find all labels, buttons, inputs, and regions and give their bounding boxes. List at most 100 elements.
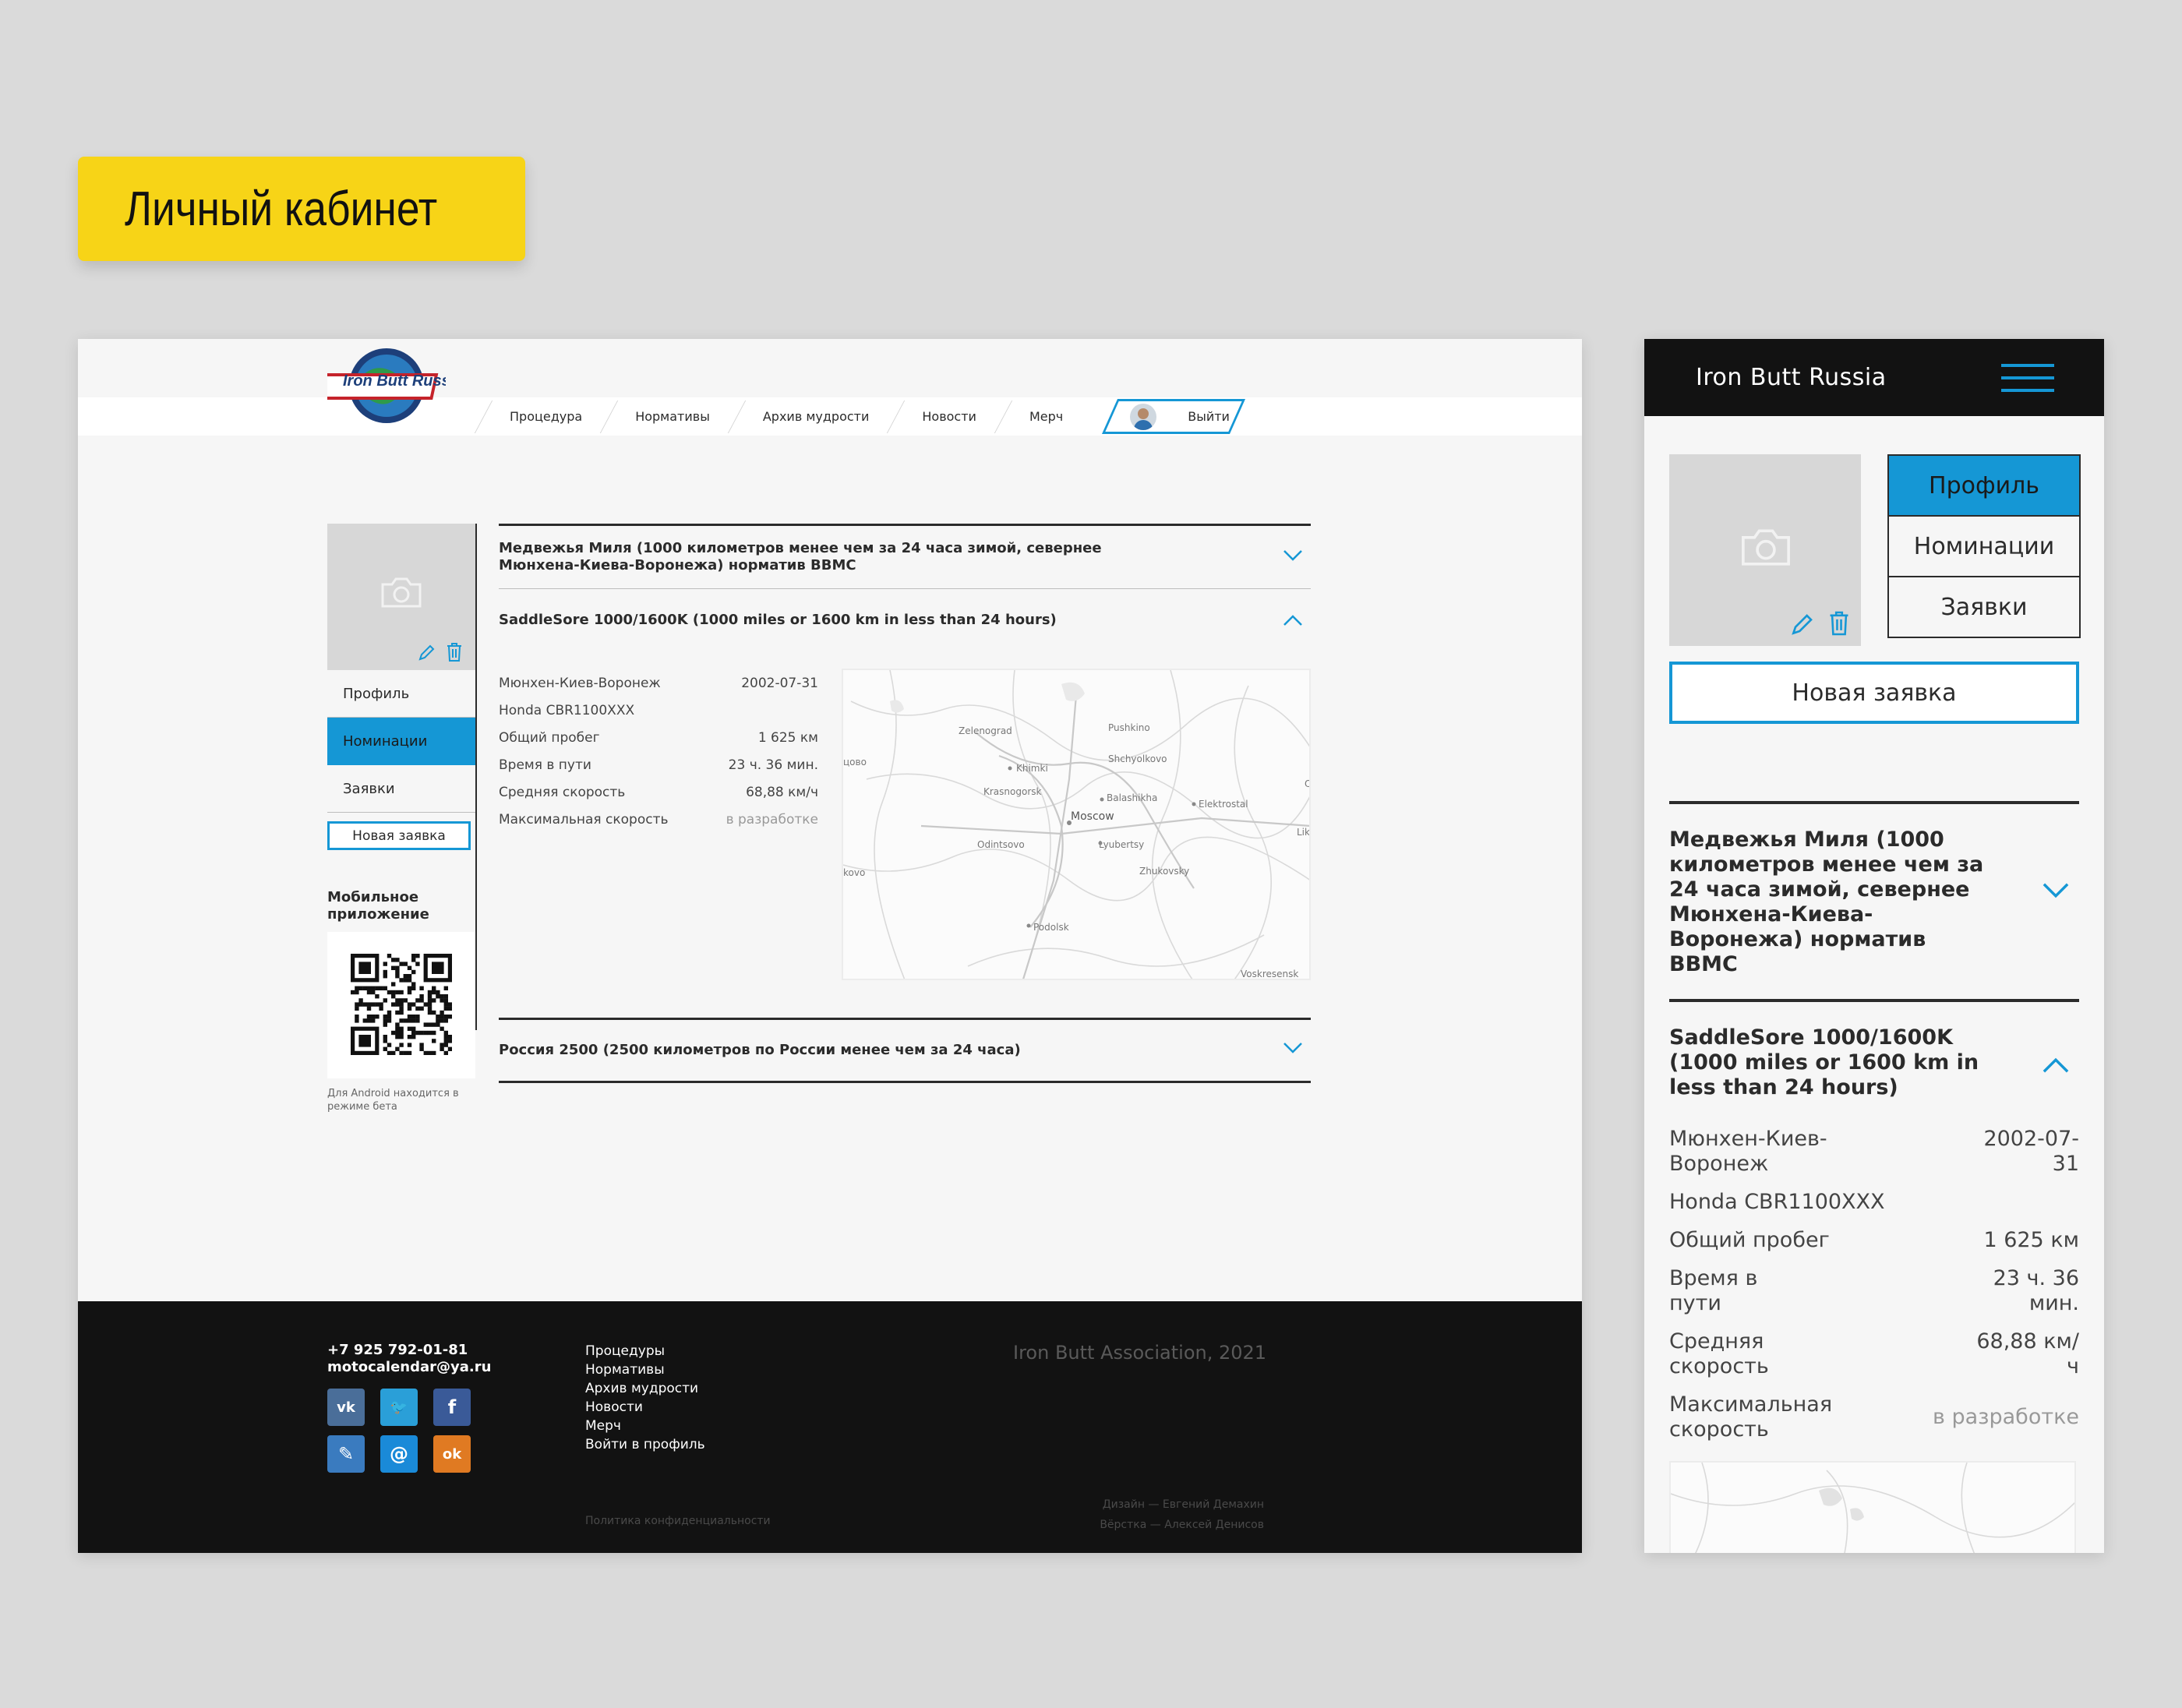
credit-design: Дизайн — Евгений Демахин xyxy=(1102,1498,1264,1511)
footer-link[interactable]: Процедуры xyxy=(585,1342,705,1360)
section-title: Личный кабинет xyxy=(125,182,438,236)
footer-link[interactable]: Архив мудрости xyxy=(585,1379,705,1398)
sidebar-menu: Профиль Номинации Заявки xyxy=(327,524,477,1030)
android-beta-note: Для Android находится в режиме бета xyxy=(327,1088,459,1113)
accordion-item-saddlesore[interactable]: SaddleSore 1000/1600K (1000 miles or 160… xyxy=(1669,1002,2079,1127)
logo-text: Iron Butt Russia xyxy=(343,372,446,390)
twitter-icon[interactable]: 🐦 xyxy=(380,1389,418,1426)
livejournal-icon[interactable]: ✎ xyxy=(327,1435,365,1473)
nav-procedure[interactable]: Процедура xyxy=(483,397,609,436)
mobile-header: Iron Butt Russia xyxy=(1644,339,2104,416)
svg-text:Khimki: Khimki xyxy=(1016,763,1048,774)
accordion-item-bear-mile[interactable]: Медвежья Миля (1000 километров менее чем… xyxy=(1669,804,2079,999)
chevron-down-icon[interactable] xyxy=(2042,882,2070,899)
mobile-accordion: Медвежья Миля (1000 километров менее чем… xyxy=(1669,801,2079,1456)
footer-nav: Процедуры Нормативы Архив мудрости Новос… xyxy=(585,1342,705,1454)
stat-row: Время в пути 23 ч. 36 мин. xyxy=(1669,1266,2079,1315)
accordion-title: SaddleSore 1000/1600K (1000 miles or 160… xyxy=(499,612,1057,628)
accordion-item-russia-2500[interactable]: Россия 2500 (2500 километров по России м… xyxy=(499,1020,1311,1081)
nav-news[interactable]: Новости xyxy=(895,397,1003,436)
app-qr-code[interactable] xyxy=(327,932,475,1078)
footer-email[interactable]: motocalendar@ya.ru xyxy=(327,1359,491,1376)
footer-link[interactable]: Мерч xyxy=(585,1417,705,1435)
accordion-title: Медвежья Миля (1000 километров менее чем… xyxy=(499,540,1102,573)
odnoklassniki-icon[interactable]: ok xyxy=(433,1435,471,1473)
accordion-item-saddlesore[interactable]: SaddleSore 1000/1600K (1000 miles or 160… xyxy=(499,589,1311,651)
site-footer: +7 925 792-01-81 motocalendar@ya.ru vk 🐦 f… xyxy=(78,1301,1582,1553)
stat-row: Honda CBR1100XXX xyxy=(499,703,635,718)
footer-link[interactable]: Новости xyxy=(585,1398,705,1417)
privacy-policy-link[interactable]: Политика конфиденциальности xyxy=(585,1515,771,1527)
svg-text:цово: цово xyxy=(843,757,867,768)
delete-trash-icon[interactable] xyxy=(1828,610,1850,637)
sidebar-item-profile[interactable]: Профиль xyxy=(327,670,475,718)
desktop-mockup: Iron Butt Russia Процедура Нормативы Арх… xyxy=(78,339,1582,1553)
new-request-button[interactable]: Новая заявка xyxy=(1669,662,2079,724)
hamburger-menu-icon[interactable] xyxy=(2001,362,2054,393)
svg-text:Podolsk: Podolsk xyxy=(1033,922,1069,933)
edit-pencil-icon[interactable] xyxy=(1789,612,1814,637)
nav-standards[interactable]: Нормативы xyxy=(609,397,736,436)
route-map[interactable] xyxy=(1669,1461,2076,1553)
route-map[interactable]: Zelenograd Pushkino Shchyolkovo Khimki K… xyxy=(842,669,1311,980)
accordion-item-bear-mile[interactable]: Медвежья Миля (1000 километров менее чем… xyxy=(499,526,1311,588)
tab-profile[interactable]: Профиль xyxy=(1887,454,2081,517)
ride-stats: Мюнхен-Киев-Воронеж 2002-07-31 Honda CBR1… xyxy=(1669,1127,2079,1442)
svg-text:O: O xyxy=(1305,778,1311,789)
footer-credits: Дизайн — Евгений Демахин Вёрстка — Алекс… xyxy=(1100,1494,1264,1535)
stat-row: Мюнхен-Киев-Воронеж 2002-07-31 xyxy=(1669,1127,2079,1176)
main-nav: Процедура Нормативы Архив мудрости Новос… xyxy=(483,397,1246,436)
facebook-icon[interactable]: f xyxy=(433,1389,471,1426)
qr-code-image xyxy=(351,954,452,1055)
camera-icon xyxy=(381,577,422,608)
stat-row: Общий пробег 1 625 км xyxy=(1669,1228,2079,1252)
social-links: vk 🐦 f ✎ @ ok xyxy=(327,1389,471,1473)
mobile-app-heading: Мобильное приложение xyxy=(327,889,429,923)
svg-text:Liki: Liki xyxy=(1297,827,1311,838)
stat-row: Honda CBR1100XXX xyxy=(1669,1190,1885,1214)
nav-archive[interactable]: Архив мудрости xyxy=(736,397,896,436)
svg-text:Shchyolkovo: Shchyolkovo xyxy=(1108,753,1167,764)
mobile-profile-tabs: Профиль Номинации Заявки xyxy=(1887,454,2081,638)
tab-requests[interactable]: Заявки xyxy=(1887,576,2081,638)
delete-trash-icon[interactable] xyxy=(446,642,463,662)
map-canvas xyxy=(1671,1463,2074,1553)
footer-link[interactable]: Нормативы xyxy=(585,1360,705,1379)
iron-butt-logo[interactable]: Iron Butt Russia xyxy=(327,345,446,426)
profile-photo-placeholder[interactable] xyxy=(327,524,475,670)
svg-text:Odintsovo: Odintsovo xyxy=(977,839,1025,850)
camera-icon xyxy=(1742,529,1790,566)
svg-text:Voskresensk: Voskresensk xyxy=(1241,969,1298,979)
svg-text:Krasnogorsk: Krasnogorsk xyxy=(983,786,1042,797)
vk-icon[interactable]: vk xyxy=(327,1389,365,1426)
edit-pencil-icon[interactable] xyxy=(417,644,436,662)
chevron-down-icon[interactable] xyxy=(1283,549,1303,562)
accordion-title: Россия 2500 (2500 километров по России м… xyxy=(499,1042,1021,1058)
stat-row: Максимальная скорость в разработке xyxy=(1669,1392,2079,1442)
footer-link[interactable]: Войти в профиль xyxy=(585,1435,705,1454)
sidebar-item-requests[interactable]: Заявки xyxy=(327,765,475,813)
chevron-up-icon[interactable] xyxy=(1283,614,1303,626)
profile-photo-placeholder[interactable] xyxy=(1669,454,1861,646)
new-request-button[interactable]: Новая заявка xyxy=(327,821,471,850)
stat-row: Время в пути 23 ч. 36 мин. xyxy=(499,757,818,773)
map-canvas: Zelenograd Pushkino Shchyolkovo Khimki K… xyxy=(843,670,1311,979)
footer-phone[interactable]: +7 925 792-01-81 xyxy=(327,1342,491,1359)
stat-row: Мюнхен-Киев-Воронеж 2002-07-31 xyxy=(499,676,818,691)
svg-text:kovo: kovo xyxy=(843,867,865,878)
logout-button[interactable]: Выйти xyxy=(1102,397,1246,436)
mobile-mockup: Iron Butt Russia Профиль Номинации Заявк… xyxy=(1644,339,2104,1553)
chevron-up-icon[interactable] xyxy=(2042,1057,2070,1074)
chevron-down-icon[interactable] xyxy=(1283,1042,1303,1054)
avatar xyxy=(1130,403,1157,430)
accordion-title: Медвежья Миля (1000 километров менее чем… xyxy=(1669,828,1984,976)
svg-text:Zelenograd: Zelenograd xyxy=(959,725,1012,736)
nav-merch[interactable]: Мерч xyxy=(1003,397,1089,436)
mail-icon[interactable]: @ xyxy=(380,1435,418,1473)
svg-text:Pushkino: Pushkino xyxy=(1108,722,1150,733)
svg-text:Moscow: Moscow xyxy=(1071,810,1114,823)
svg-text:Zhukovsky: Zhukovsky xyxy=(1139,866,1189,877)
sidebar-item-nominations[interactable]: Номинации xyxy=(327,718,475,765)
mobile-brand[interactable]: Iron Butt Russia xyxy=(1696,364,1887,391)
tab-nominations[interactable]: Номинации xyxy=(1887,515,2081,577)
